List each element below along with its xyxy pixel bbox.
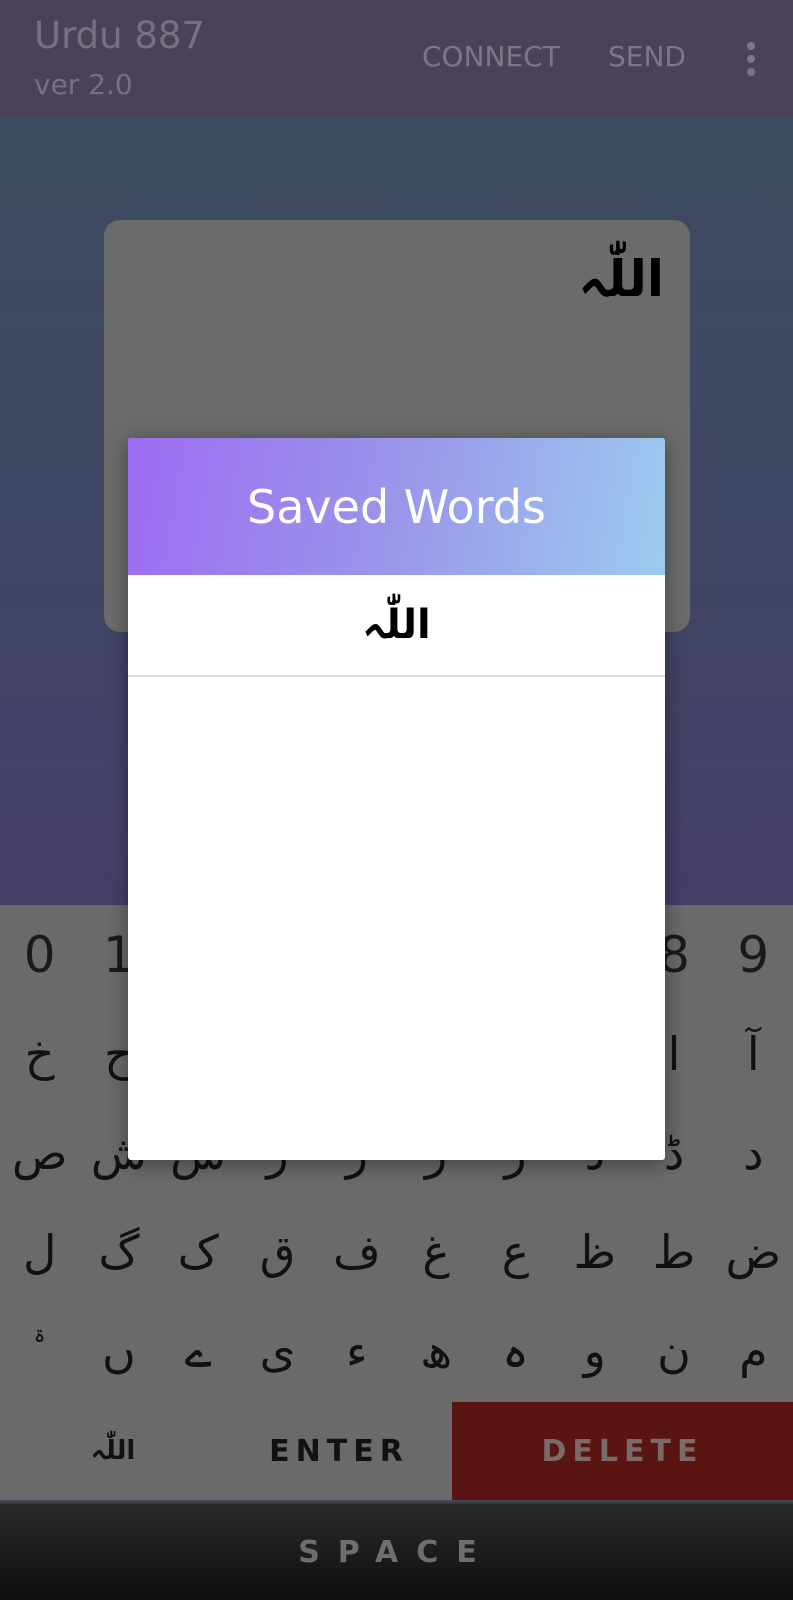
key[interactable]: ض bbox=[714, 1202, 793, 1302]
key[interactable]: خ bbox=[0, 1004, 79, 1104]
dialog-title: Saved Words bbox=[128, 438, 665, 575]
key[interactable]: و bbox=[555, 1301, 634, 1401]
key[interactable]: آ bbox=[714, 1004, 793, 1104]
text-value: اللّٰہ bbox=[578, 250, 664, 308]
key[interactable]: ے bbox=[159, 1301, 238, 1401]
key[interactable]: ف bbox=[317, 1202, 396, 1302]
keyboard-bottom-row: اللّٰہ ENTER DELETE bbox=[0, 1402, 793, 1500]
key[interactable]: ہ bbox=[476, 1301, 555, 1401]
key[interactable]: گ bbox=[79, 1202, 158, 1302]
key[interactable]: ۃ bbox=[0, 1301, 79, 1401]
key[interactable]: د bbox=[714, 1103, 793, 1203]
app-title: Urdu 887 bbox=[34, 14, 205, 57]
key[interactable]: ء bbox=[317, 1301, 396, 1401]
app-version: ver 2.0 bbox=[34, 68, 133, 101]
key[interactable]: ں bbox=[79, 1301, 158, 1401]
send-button[interactable]: SEND bbox=[608, 40, 686, 73]
key[interactable]: 0 bbox=[0, 905, 79, 1005]
key[interactable]: ع bbox=[476, 1202, 555, 1302]
key[interactable]: ی bbox=[238, 1301, 317, 1401]
keyboard-row: ۃںےیءھہونم bbox=[0, 1301, 793, 1401]
key[interactable]: 9 bbox=[714, 905, 793, 1005]
key[interactable]: غ bbox=[396, 1202, 475, 1302]
key[interactable]: ظ bbox=[555, 1202, 634, 1302]
space-key[interactable]: SPACE bbox=[0, 1502, 793, 1600]
keyboard-row: لگکقفغعظطض bbox=[0, 1202, 793, 1302]
saved-word-item[interactable]: اللّٰہ bbox=[128, 575, 665, 677]
key[interactable]: ل bbox=[0, 1202, 79, 1302]
app-bar: Urdu 887 ver 2.0 CONNECT SEND bbox=[0, 0, 793, 117]
word-key[interactable]: اللّٰہ bbox=[0, 1402, 226, 1500]
key[interactable]: ک bbox=[159, 1202, 238, 1302]
key[interactable]: ق bbox=[238, 1202, 317, 1302]
delete-key[interactable]: DELETE bbox=[452, 1402, 793, 1500]
key[interactable]: ط bbox=[634, 1202, 713, 1302]
key[interactable]: ص bbox=[0, 1103, 79, 1203]
connect-button[interactable]: CONNECT bbox=[422, 40, 560, 73]
saved-words-dialog: Saved Words اللّٰہ bbox=[128, 438, 665, 1160]
key[interactable]: م bbox=[714, 1301, 793, 1401]
enter-key[interactable]: ENTER bbox=[226, 1402, 452, 1500]
more-vert-icon[interactable] bbox=[747, 42, 755, 76]
key[interactable]: ھ bbox=[396, 1301, 475, 1401]
key[interactable]: ن bbox=[634, 1301, 713, 1401]
